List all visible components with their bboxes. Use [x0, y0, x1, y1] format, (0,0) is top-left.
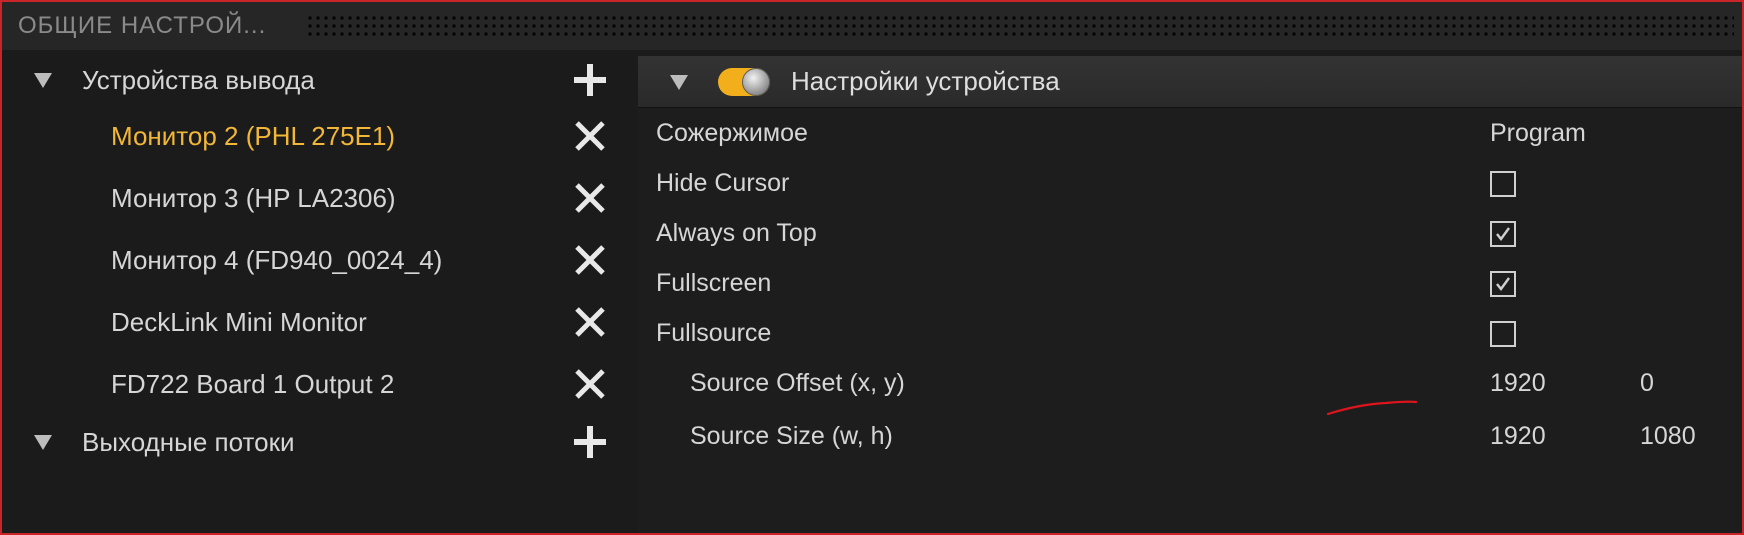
- tree-item-monitor-3[interactable]: Монитор 3 (HP LA2306): [4, 170, 632, 226]
- always-on-top-checkbox[interactable]: [1490, 221, 1516, 247]
- source-offset-x-field[interactable]: 1920: [1490, 369, 1546, 398]
- prop-label: Fullsource: [656, 319, 772, 347]
- prop-row-source-offset: Source Offset (x, y) 1920 0: [638, 359, 1742, 409]
- source-size-h-field[interactable]: 1080: [1640, 422, 1696, 451]
- tree-item-fd722[interactable]: FD722 Board 1 Output 2: [4, 356, 632, 412]
- panel-title: Настройки устройства: [791, 66, 1060, 96]
- tree-item-label: FD722 Board 1 Output 2: [111, 368, 395, 399]
- outputs-tree-panel: Устройства вывода Монитор 2 (PHL 275E1) …: [4, 52, 632, 533]
- group-label: Выходные потоки: [82, 426, 295, 457]
- prop-label: Always on Top: [656, 219, 817, 247]
- toggle-knob: [742, 68, 770, 96]
- tree-item-label: Монитор 2 (PHL 275E1): [111, 120, 396, 151]
- group-label: Устройства вывода: [82, 64, 315, 95]
- close-icon[interactable]: [572, 180, 608, 216]
- prop-row-fullsource: Fullsource: [638, 309, 1742, 359]
- tree-item-monitor-2[interactable]: Монитор 2 (PHL 275E1): [4, 108, 632, 164]
- settings-window: ОБЩИЕ НАСТРОЙ... Устройства вывода Монит…: [0, 0, 1744, 535]
- drag-grip[interactable]: [306, 14, 1734, 38]
- prop-label: Hide Cursor: [656, 169, 790, 197]
- enable-toggle[interactable]: [718, 68, 770, 96]
- triangle-down-icon[interactable]: [34, 72, 52, 88]
- content-value[interactable]: Program: [1490, 119, 1586, 148]
- tree-group-output-devices[interactable]: Устройства вывода: [4, 52, 632, 108]
- prop-row-content: Сожержимое Program: [638, 109, 1742, 159]
- checkmark-icon: [1496, 277, 1510, 291]
- device-settings-panel: Настройки устройства Сожержимое Program …: [638, 56, 1742, 533]
- triangle-down-icon[interactable]: [34, 434, 52, 450]
- tree-item-label: Монитор 3 (HP LA2306): [111, 182, 396, 213]
- prop-row-always-on-top: Always on Top: [638, 209, 1742, 259]
- prop-row-source-size: Source Size (w, h) 1920 1080: [638, 412, 1742, 462]
- prop-label: Сожержимое: [656, 119, 808, 147]
- tree-item-monitor-4[interactable]: Монитор 4 (FD940_0024_4): [4, 232, 632, 288]
- checkmark-icon: [1496, 227, 1510, 241]
- prop-label: Source Offset (x, y): [690, 369, 905, 397]
- plus-icon[interactable]: [572, 62, 608, 98]
- fullscreen-checkbox[interactable]: [1490, 271, 1516, 297]
- close-icon[interactable]: [572, 242, 608, 278]
- close-icon[interactable]: [572, 366, 608, 402]
- tree-item-label: Монитор 4 (FD940_0024_4): [111, 244, 443, 275]
- tree-group-output-streams[interactable]: Выходные потоки: [4, 414, 632, 470]
- close-icon[interactable]: [572, 304, 608, 340]
- title-bar[interactable]: ОБЩИЕ НАСТРОЙ...: [2, 2, 1742, 50]
- tree-item-label: DeckLink Mini Monitor: [111, 306, 367, 337]
- window-title: ОБЩИЕ НАСТРОЙ...: [18, 12, 267, 39]
- plus-icon[interactable]: [572, 424, 608, 460]
- device-settings-header[interactable]: Настройки устройства: [638, 56, 1742, 108]
- prop-label: Source Size (w, h): [690, 422, 893, 450]
- triangle-down-icon[interactable]: [670, 75, 688, 90]
- source-size-w-field[interactable]: 1920: [1490, 422, 1546, 451]
- prop-row-hide-cursor: Hide Cursor: [638, 159, 1742, 209]
- prop-row-fullscreen: Fullscreen: [638, 259, 1742, 309]
- source-offset-y-field[interactable]: 0: [1640, 369, 1654, 398]
- prop-label: Fullscreen: [656, 269, 772, 297]
- hide-cursor-checkbox[interactable]: [1490, 171, 1516, 197]
- tree-item-decklink[interactable]: DeckLink Mini Monitor: [4, 294, 632, 350]
- fullsource-checkbox[interactable]: [1490, 321, 1516, 347]
- close-icon[interactable]: [572, 118, 608, 154]
